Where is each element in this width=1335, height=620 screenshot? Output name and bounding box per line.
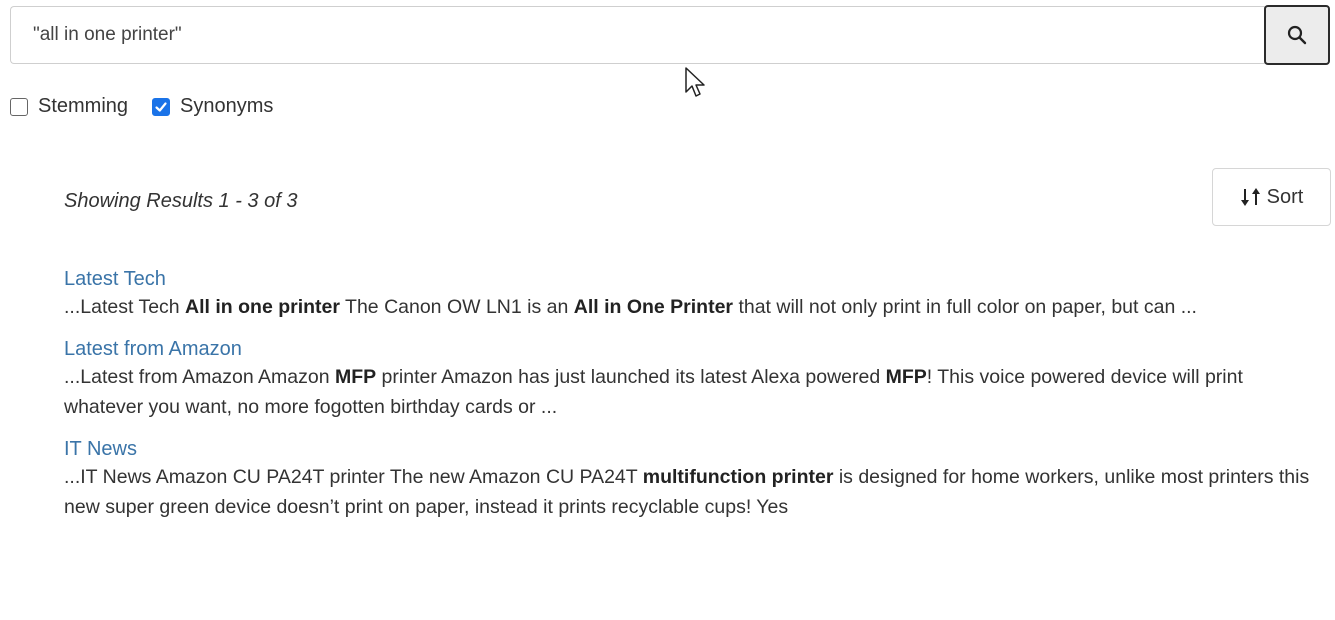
synonyms-checkbox[interactable] [152,97,171,116]
stemming-label: Stemming [38,95,129,117]
search-options: Stemming Synonyms [10,95,297,118]
snippet-text: ...IT News Amazon CU PA24T printer The n… [64,466,643,488]
mouse-cursor-icon [685,67,705,97]
synonyms-label: Synonyms [180,95,274,117]
search-bar [10,5,1330,65]
results-summary: Showing Results 1 - 3 of 3 [64,190,298,212]
stemming-option[interactable]: Stemming [10,95,128,118]
search-input[interactable] [10,6,1264,64]
result-item: Latest from Amazon ...Latest from Amazon … [64,336,1314,422]
sort-arrows-icon [1240,188,1260,206]
result-snippet: ...Latest from Amazon Amazon MFP printer… [64,362,1314,422]
snippet-text: printer Amazon has just launched its lat… [376,366,886,388]
search-button-focus-ring[interactable] [1264,5,1330,65]
snippet-text: that will not only print in full color o… [733,296,1197,318]
search-page: Stemming Synonyms Showing Results 1 - 3 … [0,0,1335,620]
result-item: Latest Tech ...Latest Tech All in one pri… [64,266,1314,322]
snippet-highlight: All in one printer [185,296,340,318]
result-title-link[interactable]: IT News [64,436,137,462]
search-button[interactable] [1264,5,1330,65]
snippet-highlight: MFP [885,366,927,388]
result-title-link[interactable]: Latest Tech [64,266,166,292]
snippet-text: ...Latest from Amazon Amazon [64,366,335,388]
results-list: Latest Tech ...Latest Tech All in one pri… [64,266,1314,536]
snippet-text: ...Latest Tech [64,296,186,318]
synonyms-option[interactable]: Synonyms [152,95,273,118]
sort-button[interactable]: Sort [1212,168,1331,226]
result-item: IT News ...IT News Amazon CU PA24T printe… [64,436,1314,522]
snippet-highlight: MFP [334,366,377,388]
search-icon [1287,25,1307,45]
result-title-link[interactable]: Latest from Amazon [64,336,242,362]
sort-label: Sort [1266,185,1304,208]
result-snippet: ...Latest Tech All in one printer The Ca… [64,292,1314,322]
snippet-highlight: All in One Printer [573,296,734,318]
result-snippet: ...IT News Amazon CU PA24T printer The n… [64,462,1314,522]
snippet-highlight: multifunction printer [642,466,834,488]
checkmark-icon [155,101,167,112]
stemming-checkbox[interactable] [10,97,28,116]
snippet-text: The Canon OW LN1 is an [339,296,574,318]
